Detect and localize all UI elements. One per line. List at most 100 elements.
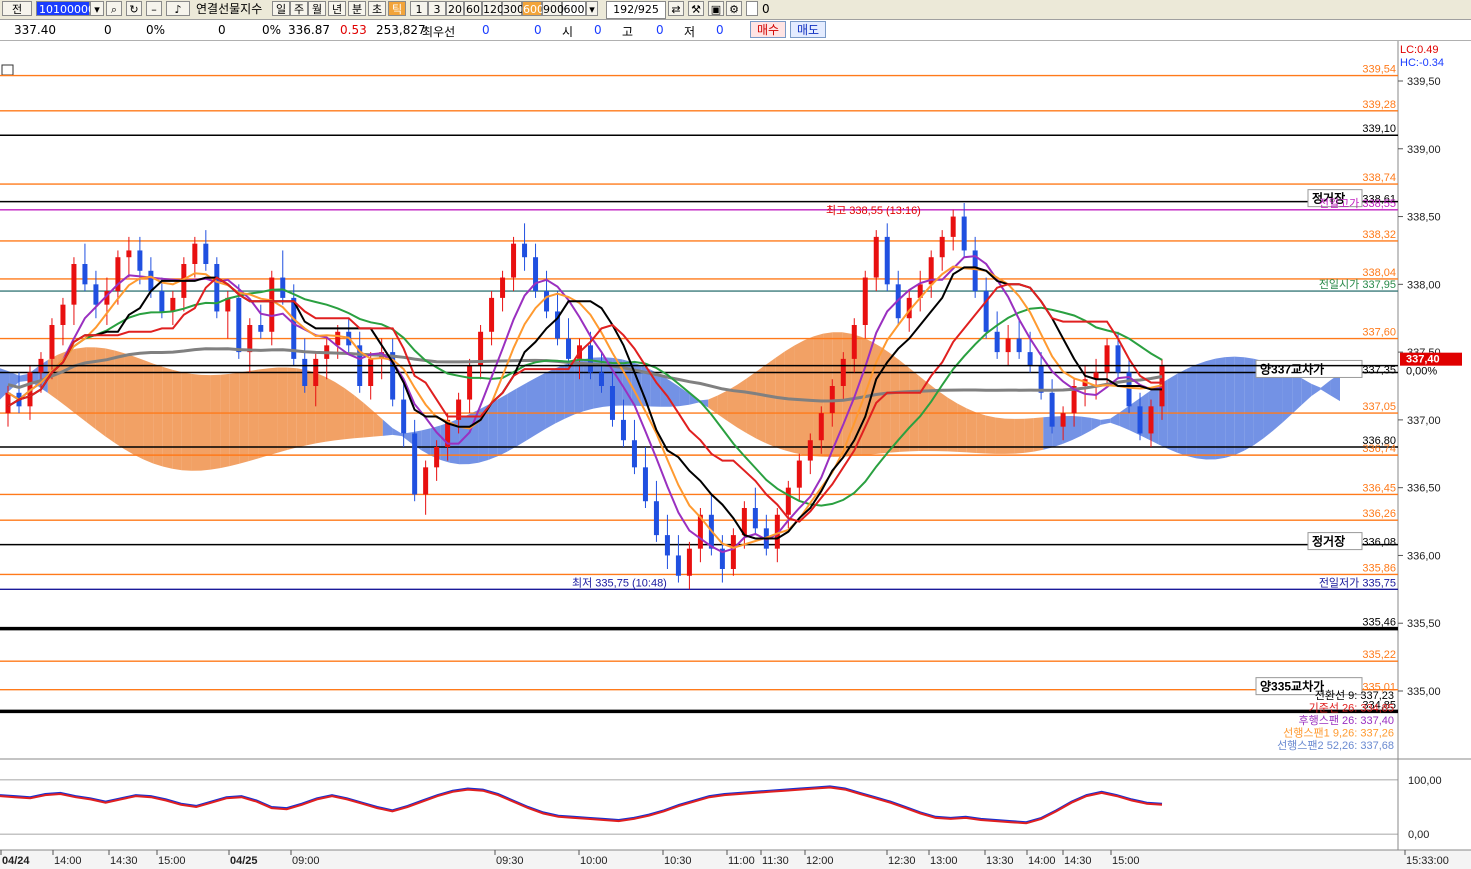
cloud-segment	[737, 378, 747, 434]
level-label: 전일저가 335,75	[1319, 575, 1396, 589]
candle-body	[664, 535, 670, 556]
zoom-icon[interactable]: ⇄	[668, 1, 684, 16]
period-0[interactable]: 일	[272, 1, 290, 16]
candle-body	[620, 419, 626, 441]
candle-body	[653, 501, 659, 536]
cloud-segment	[1177, 368, 1187, 457]
dash-icon[interactable]: –	[146, 1, 162, 16]
cloud-segment	[1301, 378, 1312, 405]
candle-body	[280, 277, 286, 298]
interval-60[interactable]: 60	[464, 1, 482, 16]
interval-1[interactable]: 1	[410, 1, 428, 16]
grid-icon	[1, 64, 14, 76]
period-1[interactable]: 주	[290, 1, 308, 16]
open-value: 0	[594, 23, 602, 37]
level-label: 339,28	[1362, 99, 1396, 111]
x-tick-label: 04/25	[230, 855, 258, 867]
cloud-segment	[143, 360, 154, 464]
buy-button[interactable]: 매수	[750, 21, 786, 38]
cloud-segment	[421, 428, 431, 456]
low-label: 저	[684, 25, 696, 39]
x-tick-label: 12:30	[888, 855, 916, 867]
x-tick-label: 14:30	[110, 855, 138, 867]
cloud-segment	[794, 340, 804, 455]
y-tick-label: 336,00	[1407, 550, 1441, 562]
osc-series-blue	[0, 785, 1163, 824]
legend-entry: 후행스팬 26: 337,40	[1298, 714, 1394, 727]
candle-body	[939, 236, 945, 258]
candle-body	[631, 440, 637, 468]
period-4[interactable]: 분	[348, 1, 366, 16]
candle-body	[126, 250, 132, 258]
candle-body	[873, 236, 879, 278]
period-5[interactable]: 초	[368, 1, 386, 16]
level-label: 전일고가 338,55	[1319, 196, 1396, 210]
code-input[interactable]: 101000000	[36, 1, 102, 16]
interval-600[interactable]: 600	[522, 1, 544, 16]
cloud-segment	[947, 397, 958, 452]
candle-body	[598, 372, 604, 386]
refresh-icon[interactable]: ↻	[126, 1, 142, 16]
level-label: 336,08	[1362, 537, 1396, 549]
candle-body	[401, 399, 407, 434]
cloud-segment	[1234, 356, 1245, 455]
chart-settings-icon[interactable]: ⚒	[688, 1, 704, 16]
candle-body	[5, 392, 11, 414]
interval-120[interactable]: 120	[482, 1, 504, 16]
interval-300[interactable]: 300	[502, 1, 524, 16]
legend-entry: 선행스팬2 52,26: 337,68	[1277, 739, 1394, 752]
high-label: 고	[622, 25, 634, 39]
candle-body	[489, 297, 495, 332]
option-checkbox[interactable]	[746, 1, 758, 16]
x-tick-label: 14:00	[54, 855, 82, 867]
cloud-segment	[105, 348, 115, 444]
y-tick-label: 339,00	[1407, 144, 1441, 156]
price-chart[interactable]: LC:0.49HC:-0.34 339,50 339,00 338,50 338,00 3…	[0, 41, 1471, 869]
candle-body	[269, 277, 275, 332]
sell-button[interactable]: 매도	[790, 21, 826, 38]
tab-jeon[interactable]: 전	[2, 1, 32, 16]
level-label: 338,32	[1362, 229, 1396, 241]
cloud-segment	[153, 363, 163, 467]
interval-3[interactable]: 3	[428, 1, 446, 16]
code-dropdown-icon[interactable]: ▾	[90, 1, 104, 16]
candle-body	[423, 467, 429, 495]
period-6[interactable]: 틱	[388, 1, 406, 16]
cloud-segment	[804, 336, 814, 457]
cloud-segment	[124, 353, 134, 455]
candle-body	[675, 555, 681, 576]
save-icon[interactable]: ▣	[708, 1, 724, 16]
x-tick-label: 11:30	[762, 855, 789, 867]
speaker-icon[interactable]: ♪	[166, 1, 190, 16]
candle-body	[368, 358, 374, 386]
osc-tick-label: 0,00	[1408, 829, 1429, 841]
period-2[interactable]: 월	[308, 1, 326, 16]
percent-1: 0%	[146, 23, 166, 37]
candle-body	[137, 250, 143, 271]
cloud-segment	[459, 414, 469, 465]
candle-body	[1115, 345, 1121, 373]
interval-dropdown-icon[interactable]: ▾	[586, 1, 598, 16]
y-tick-label: 336,50	[1407, 483, 1441, 495]
candle-body	[994, 331, 1000, 353]
osc-series-red	[0, 786, 1163, 825]
x-tick-label: 04/24	[2, 855, 30, 867]
period-3[interactable]: 년	[328, 1, 346, 16]
candle-body	[609, 386, 615, 420]
candle-body	[467, 365, 473, 400]
interval-20[interactable]: 20	[446, 1, 464, 16]
search-icon[interactable]: ⌕	[106, 1, 122, 16]
cloud-segment	[201, 374, 211, 471]
gear-icon[interactable]: ⚙	[726, 1, 742, 16]
interval-input[interactable]: 600	[562, 1, 586, 16]
cloud-segment	[277, 367, 288, 453]
candle-body	[258, 325, 264, 332]
interval-900[interactable]: 900	[542, 1, 564, 16]
candle-body	[159, 291, 165, 312]
y-tick-label: 338,00	[1407, 279, 1441, 291]
candle-body	[796, 460, 802, 488]
cloud-segment	[19, 373, 29, 382]
cloud-segment	[880, 346, 891, 454]
level-label: 337,05	[1362, 401, 1396, 413]
y-tick-label: 338,50	[1407, 212, 1441, 224]
